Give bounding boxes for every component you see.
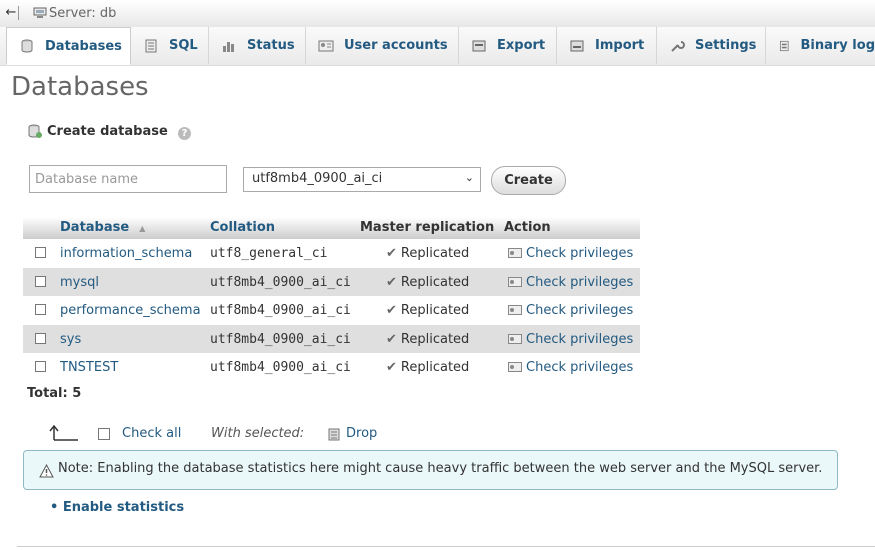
privileges-icon [508, 333, 522, 344]
tab-status[interactable]: Status [209, 27, 306, 64]
checkmark-icon: ✔ [386, 274, 397, 290]
replication-status: ✔ Replicated [386, 274, 470, 290]
tab-binary-log[interactable]: Binary log [766, 27, 875, 64]
tab-label: SQL [169, 38, 198, 53]
header-collation[interactable]: Collation [210, 220, 275, 235]
table-row: sys utf8mb4_0900_ai_ci ✔ Replicated Check… [23, 324, 640, 354]
replication-status: ✔ Replicated [386, 246, 470, 261]
tab-label: Export [497, 38, 546, 53]
row-checkbox[interactable] [35, 361, 46, 373]
privileges-icon [508, 276, 522, 287]
new-database-icon [28, 124, 42, 138]
drop-icon [328, 428, 340, 441]
database-name-input[interactable] [29, 165, 227, 193]
row-checkbox[interactable] [35, 304, 46, 316]
checkmark-icon: ✔ [386, 360, 397, 376]
check-privileges-link[interactable]: Check privileges [508, 275, 633, 290]
wrench-icon [671, 40, 685, 52]
table-row: TNSTEST utf8mb4_0900_ai_ci ✔ Replicated C… [23, 353, 640, 382]
table-header: Database ▲ Collation Master replication A… [23, 217, 640, 239]
page-title: Databases [11, 72, 149, 102]
tab-sql[interactable]: SQL [131, 27, 209, 64]
enable-statistics-link[interactable]: • Enable statistics [50, 500, 184, 515]
notice-text: Note: Enabling the database statistics h… [58, 461, 823, 476]
import-icon [570, 40, 584, 51]
tab-label: Binary log [800, 38, 875, 53]
check-privileges-link[interactable]: Check privileges [508, 332, 633, 347]
privileges-icon [508, 305, 522, 316]
back-arrow-icon[interactable]: ← [4, 6, 19, 20]
replication-status: ✔ Replicated [386, 303, 470, 319]
chevron-down-icon: ⌄ [464, 171, 474, 184]
help-icon[interactable]: ? [178, 127, 191, 140]
statistics-notice: Note: Enabling the database statistics h… [23, 450, 838, 490]
check-privileges-link[interactable]: Check privileges [508, 303, 633, 318]
sort-ascending-icon: ▲ [139, 224, 146, 233]
collation-selected-value: utf8mb4_0900_ai_ci [252, 171, 383, 186]
database-name-link[interactable]: mysql [60, 275, 99, 290]
collation-select[interactable]: utf8mb4_0900_ai_ci ⌄ [243, 167, 481, 192]
server-bar: ← Server: db [0, 0, 875, 29]
collation-value: utf8mb4_0900_ai_ci [210, 274, 351, 290]
tab-label: Settings [695, 38, 757, 53]
tab-label: Databases [45, 38, 122, 54]
total-count: Total: 5 [27, 386, 82, 401]
header-database[interactable]: Database ▲ [60, 220, 145, 235]
select-arrow-icon [49, 425, 78, 441]
table-row: information_schema utf8_general_ci ✔ Repl… [23, 239, 640, 268]
collation-value: utf8_general_ci [210, 246, 328, 261]
tab-label: Import [595, 38, 645, 53]
create-database-heading: Create database [27, 124, 168, 139]
export-icon [472, 40, 486, 51]
sql-icon [145, 39, 157, 52]
binlog-icon [779, 40, 789, 51]
replication-status: ✔ Replicated [386, 360, 470, 376]
privileges-icon [508, 362, 522, 373]
database-icon [21, 39, 33, 53]
tab-import[interactable]: Import [557, 27, 657, 64]
tab-databases[interactable]: Databases [6, 27, 131, 65]
checkmark-icon: ✔ [386, 303, 397, 319]
privileges-icon [508, 248, 522, 258]
drop-button[interactable]: Drop [346, 426, 377, 441]
header-master-replication: Master replication [360, 220, 495, 235]
warning-icon [39, 464, 54, 478]
check-all-label[interactable]: Check all [122, 426, 181, 441]
server-icon [33, 7, 47, 18]
main-tabs: Databases SQL Status User accounts Expor… [0, 27, 875, 66]
check-privileges-link[interactable]: Check privileges [508, 360, 633, 375]
with-selected-label: With selected: [211, 426, 305, 441]
create-button[interactable]: Create [491, 166, 566, 195]
replication-status: ✔ Replicated [386, 331, 470, 347]
tab-settings[interactable]: Settings [657, 27, 766, 64]
checkmark-icon: ✔ [386, 331, 397, 347]
collation-value: utf8mb4_0900_ai_ci [210, 331, 351, 347]
tab-export[interactable]: Export [459, 27, 557, 64]
table-row: mysql utf8mb4_0900_ai_ci ✔ Replicated Che… [23, 267, 640, 297]
database-name-link[interactable]: performance_schema [60, 303, 201, 318]
row-checkbox[interactable] [35, 332, 46, 344]
tab-label: User accounts [344, 38, 448, 53]
table-row: performance_schema utf8mb4_0900_ai_ci ✔ R… [23, 296, 640, 325]
check-privileges-link[interactable]: Check privileges [508, 246, 633, 261]
row-checkbox[interactable] [35, 275, 46, 287]
database-name-link[interactable]: sys [60, 332, 81, 347]
server-breadcrumb[interactable]: Server: db [49, 6, 116, 21]
databases-table: Database ▲ Collation Master replication A… [23, 217, 640, 382]
users-icon [318, 40, 334, 51]
row-checkbox[interactable] [35, 247, 46, 258]
header-action: Action [504, 220, 551, 235]
tab-label: Status [247, 38, 295, 53]
collation-value: utf8mb4_0900_ai_ci [210, 360, 351, 376]
checkmark-icon: ✔ [386, 246, 397, 261]
divider [17, 546, 875, 547]
check-all-checkbox[interactable] [98, 428, 110, 440]
tab-user-accounts[interactable]: User accounts [306, 27, 459, 64]
collation-value: utf8mb4_0900_ai_ci [210, 303, 351, 319]
database-name-link[interactable]: information_schema [60, 246, 192, 261]
create-database-label: Create database [47, 124, 168, 139]
status-icon [223, 41, 234, 52]
database-name-link[interactable]: TNSTEST [60, 360, 118, 375]
